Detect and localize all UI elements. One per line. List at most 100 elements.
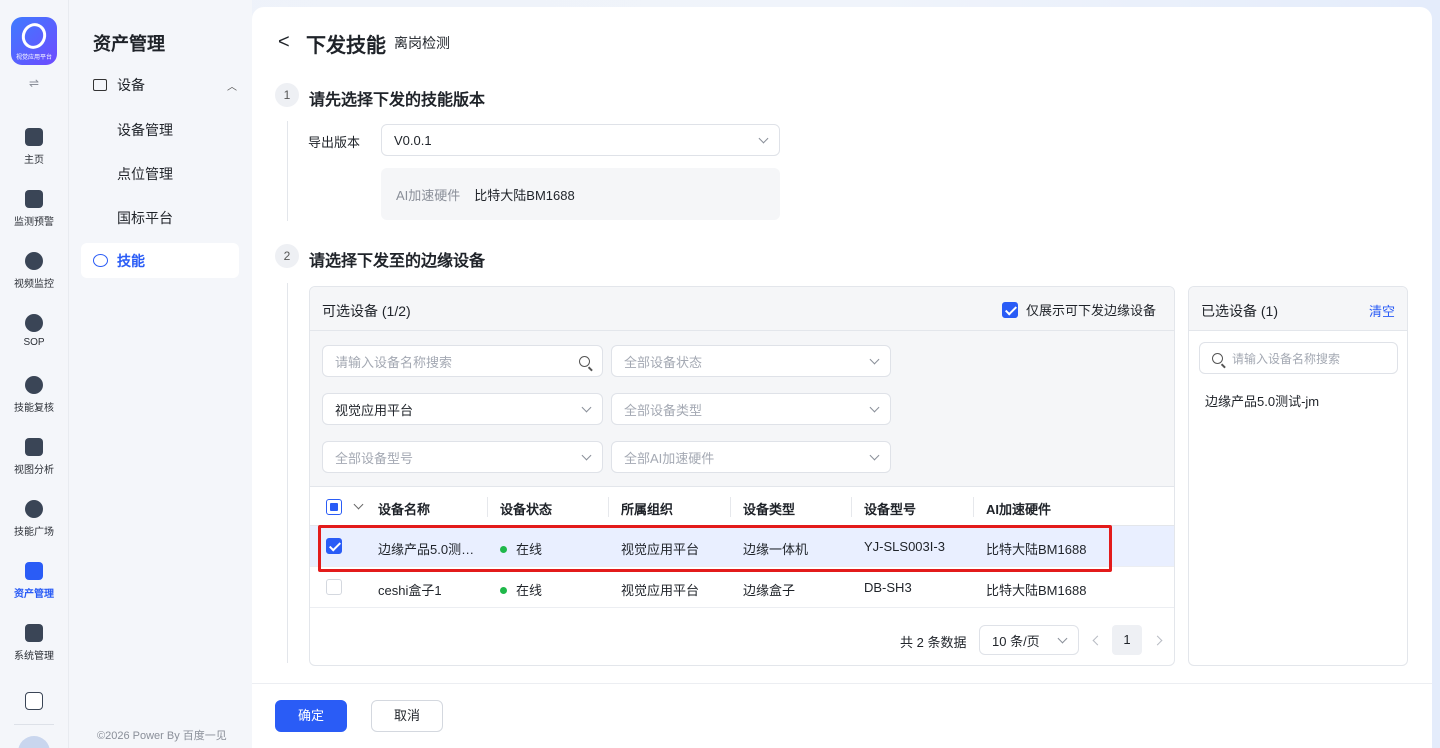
- chevron-down-icon: [1057, 633, 1068, 643]
- view-analysis-icon: [25, 438, 43, 456]
- chevron-down-icon: [581, 450, 592, 460]
- sidebar-item-device-manage[interactable]: 设备管理: [117, 120, 173, 140]
- back-icon[interactable]: <: [278, 31, 290, 54]
- system-icon: [25, 624, 43, 642]
- cell-status: 在线: [500, 580, 542, 599]
- online-dot-icon: [500, 587, 507, 594]
- select-all-checkbox[interactable]: [326, 499, 342, 515]
- device-icon: [93, 79, 107, 91]
- selected-device-item[interactable]: 边缘产品5.0测试-jm: [1205, 391, 1319, 410]
- avatar[interactable]: [18, 736, 50, 748]
- table-header: 设备名称 设备状态 所属组织 设备类型 设备型号 AI加速硬件: [310, 486, 1174, 526]
- rail-item-system[interactable]: 系统管理: [0, 624, 68, 662]
- cell-name: ceshi盒子1: [378, 583, 442, 598]
- rail-item-label: 视频监控: [14, 279, 54, 290]
- rail-item-monitor[interactable]: 监测预警: [0, 190, 68, 228]
- rail-item-home[interactable]: 主页: [0, 128, 68, 166]
- search-icon[interactable]: [579, 355, 590, 367]
- col-device-status: 设备状态: [500, 502, 553, 517]
- search-input[interactable]: 请输入设备名称搜索: [322, 345, 603, 377]
- rail-item-tasks[interactable]: [0, 692, 68, 715]
- status-value: 全部设备状态: [624, 354, 703, 370]
- review-icon: [25, 376, 43, 394]
- chevron-down-icon[interactable]: [353, 499, 364, 510]
- cancel-button[interactable]: 取消: [371, 700, 443, 732]
- type-select[interactable]: 全部设备类型: [611, 393, 891, 425]
- sidebar-item-gb-platform[interactable]: 国标平台: [117, 208, 173, 228]
- task-clock-icon: [25, 692, 43, 710]
- only-dispatchable-toggle[interactable]: 仅展示可下发边缘设备: [1001, 300, 1156, 319]
- next-page-icon[interactable]: [1152, 635, 1163, 646]
- version-label: 导出版本: [308, 135, 361, 150]
- rail-divider: [14, 724, 54, 725]
- skill-cloud-icon: [93, 254, 108, 267]
- main-card: < 下发技能 离岗检测 1 请先选择下发的技能版本 导出版本 V0.0.1 AI…: [252, 7, 1432, 748]
- table-row[interactable]: ceshi盒子1 在线 视觉应用平台 边缘盒子 DB-SH3 比特大陆BM168…: [310, 567, 1174, 608]
- column-divider: [608, 497, 609, 517]
- prev-page-icon[interactable]: [1092, 635, 1103, 646]
- available-devices-panel: 可选设备 (1/2) 仅展示可下发边缘设备 请输入设备名称搜索 全部设备状态 视…: [309, 286, 1175, 666]
- sidebar-group-device[interactable]: 设备 ︿: [93, 74, 237, 96]
- page-subtitle: 离岗检测: [394, 35, 450, 51]
- page-size-select[interactable]: 10 条/页: [979, 625, 1079, 655]
- page-number[interactable]: 1: [1112, 625, 1142, 655]
- column-divider: [851, 497, 852, 517]
- selected-devices-panel: 已选设备 (1) 清空 请输入设备名称搜索 边缘产品5.0测试-jm: [1188, 286, 1408, 666]
- rail-item-video[interactable]: 视频监控: [0, 252, 68, 290]
- rail-item-label: 主页: [24, 155, 44, 166]
- step2-title: 请选择下发至的边缘设备: [309, 253, 486, 270]
- chevron-down-icon: [869, 450, 880, 460]
- hardware-value: 比特大陆BM1688: [474, 187, 575, 203]
- total-count: 共 2 条数据: [900, 635, 967, 650]
- org-select[interactable]: 视觉应用平台: [322, 393, 603, 425]
- page-size-value: 10 条/页: [992, 633, 1040, 649]
- selected-search-input[interactable]: 请输入设备名称搜索: [1199, 342, 1398, 374]
- row-checkbox[interactable]: [326, 579, 342, 595]
- type-value: 全部设备类型: [624, 402, 703, 418]
- step-number: 1: [275, 83, 299, 107]
- chevron-down-icon: [758, 133, 769, 143]
- copyright: ©2026 Power By 百度一见: [97, 730, 227, 742]
- camera-icon: [25, 252, 43, 270]
- model-select[interactable]: 全部设备型号: [322, 441, 603, 473]
- clear-button[interactable]: 清空: [1369, 301, 1395, 320]
- chevron-down-icon: [581, 402, 592, 412]
- asset-icon: [25, 562, 43, 580]
- rail-item-skill-square[interactable]: 技能广场: [0, 500, 68, 538]
- status-select[interactable]: 全部设备状态: [611, 345, 891, 377]
- hardware-key: AI加速硬件: [396, 187, 461, 203]
- only-dispatchable-label: 仅展示可下发边缘设备: [1025, 303, 1156, 318]
- col-ai-hardware: AI加速硬件: [986, 502, 1052, 517]
- col-device-model: 设备型号: [864, 502, 917, 517]
- step2-line: [287, 283, 288, 663]
- primary-rail: 视觉应用平台 ⇌ 主页 监测预警 视频监控 SOP 技能复核 视图分析 技能广场…: [0, 0, 68, 748]
- cell-type: 边缘盒子: [743, 583, 796, 598]
- rail-item-assets[interactable]: 资产管理: [0, 562, 68, 600]
- rail-item-sop[interactable]: SOP: [0, 314, 68, 348]
- switch-icon[interactable]: ⇌: [26, 76, 42, 90]
- sidebar-item-point-manage[interactable]: 点位管理: [117, 164, 173, 184]
- chevron-down-icon: [869, 354, 880, 364]
- hw-filter-value: 全部AI加速硬件: [624, 450, 715, 466]
- selected-devices-title: 已选设备 (1): [1201, 303, 1278, 319]
- cell-hw: 比特大陆BM1688: [986, 583, 1087, 598]
- column-divider: [487, 497, 488, 517]
- only-dispatchable-checkbox[interactable]: [1001, 301, 1018, 318]
- rail-item-view-analysis[interactable]: 视图分析: [0, 438, 68, 476]
- selected-search-placeholder: 请输入设备名称搜索: [1232, 351, 1341, 366]
- app-logo[interactable]: 视觉应用平台: [11, 17, 57, 65]
- available-devices-title: 可选设备 (1/2): [322, 303, 411, 319]
- logo-ring-icon: [17, 19, 51, 53]
- cell-org: 视觉应用平台: [621, 583, 700, 598]
- available-devices-header: 可选设备 (1/2) 仅展示可下发边缘设备: [310, 287, 1174, 331]
- chevron-up-icon: ︿: [227, 81, 237, 93]
- sidebar-group-label: 设备: [117, 77, 145, 93]
- sidebar-item-skill[interactable]: 技能: [81, 243, 239, 278]
- sidebar-item-label: 技能: [117, 252, 145, 269]
- page-title: 下发技能: [306, 35, 386, 57]
- logo-caption: 视觉应用平台: [15, 55, 52, 61]
- confirm-button[interactable]: 确定: [275, 700, 347, 732]
- version-select[interactable]: V0.0.1: [381, 124, 780, 156]
- hw-select[interactable]: 全部AI加速硬件: [611, 441, 891, 473]
- rail-item-review[interactable]: 技能复核: [0, 376, 68, 414]
